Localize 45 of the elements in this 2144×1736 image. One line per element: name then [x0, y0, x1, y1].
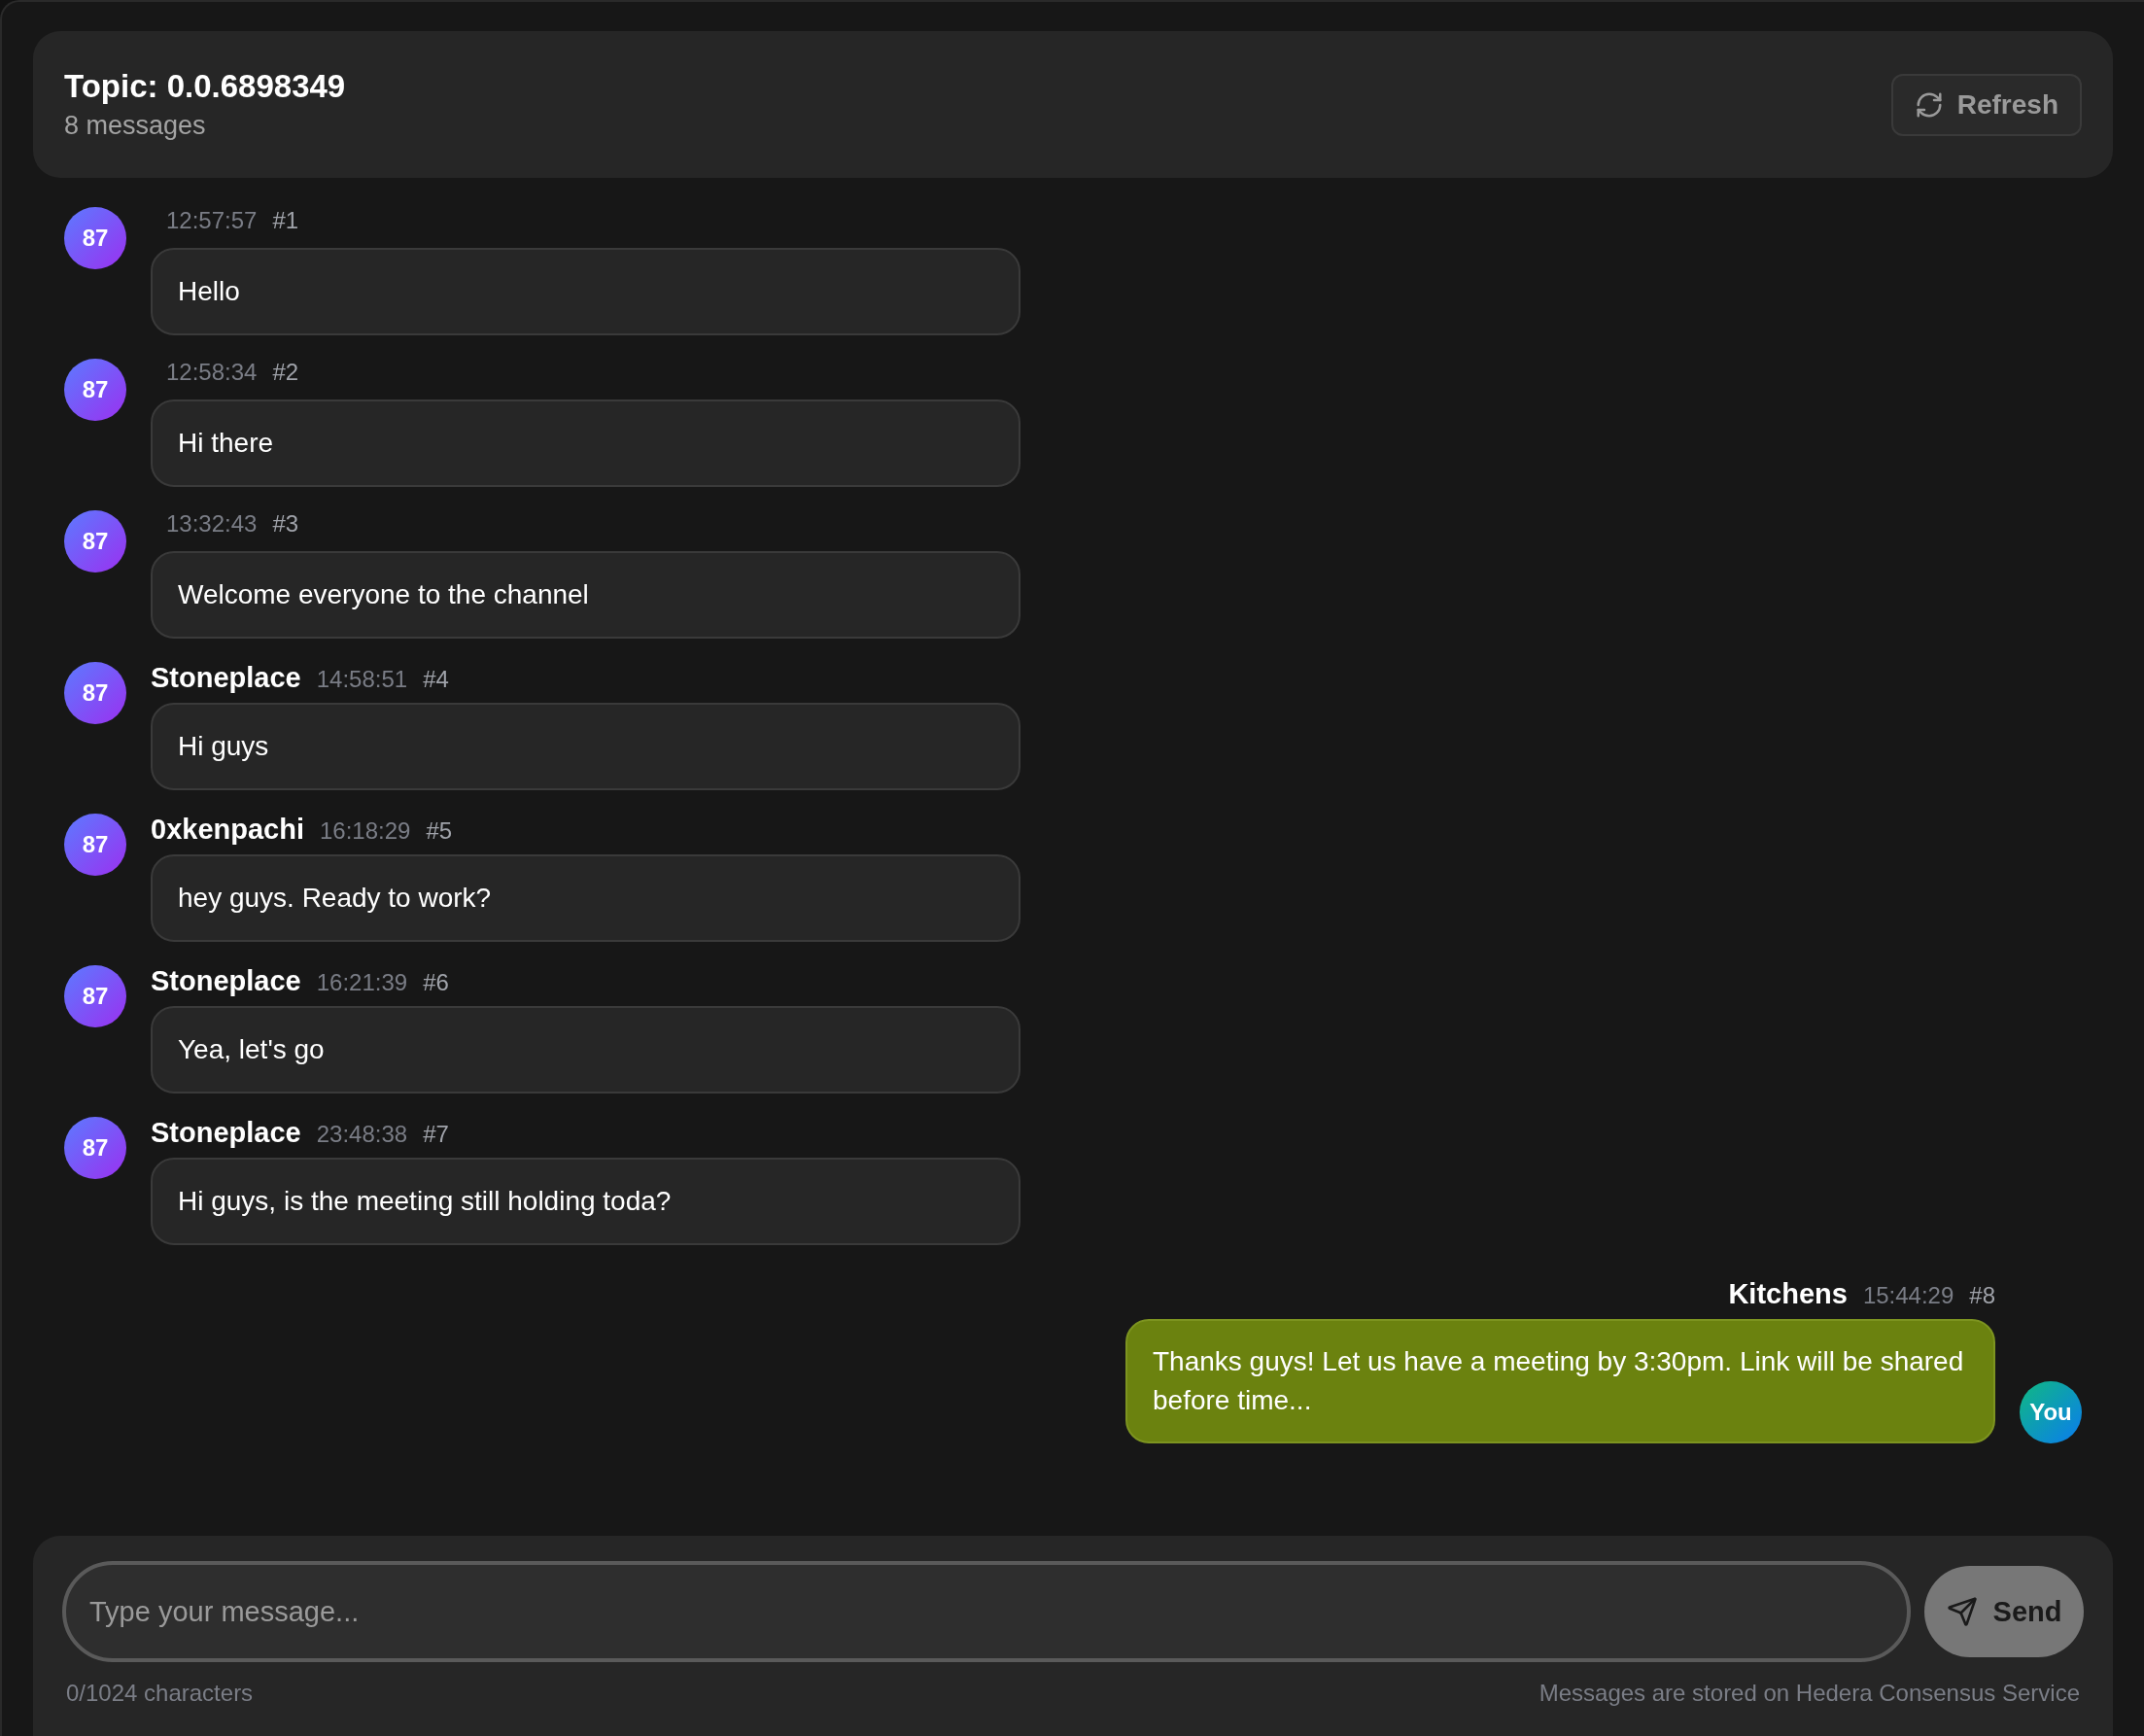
message-number: #3	[272, 510, 299, 538]
sender-name: Kitchens	[1728, 1278, 1848, 1310]
message-bubble: Thanks guys! Let us have a meeting by 3:30pm. Link will be shared before time...	[1125, 1319, 1995, 1443]
avatar: 87	[64, 510, 126, 573]
message-time: 23:48:38	[316, 1121, 408, 1148]
avatar: 87	[64, 1117, 126, 1179]
message-time: 16:21:39	[316, 969, 408, 996]
message-input[interactable]: Type your message...	[62, 1561, 1911, 1662]
message-bubble: Hi there	[151, 399, 1020, 487]
sender-name: Stoneplace	[151, 1117, 301, 1149]
message-number: #5	[426, 817, 453, 845]
message-bubble: Hi guys, is the meeting still holding toda?	[151, 1158, 1020, 1245]
message-bubble: Hi guys	[151, 703, 1020, 790]
topic-title: Topic: 0.0.6898349	[64, 68, 346, 105]
message-bubble: hey guys. Ready to work?	[151, 854, 1020, 942]
message-time: 14:58:51	[316, 666, 408, 693]
send-icon	[1946, 1596, 1978, 1627]
refresh-button[interactable]: Refresh	[1890, 73, 2082, 136]
message-bubble: Welcome everyone to the channel	[151, 551, 1020, 639]
message-number: #1	[272, 207, 299, 234]
message-time: 16:18:29	[320, 817, 411, 845]
avatar: 87	[64, 359, 126, 421]
avatar: 87	[64, 965, 126, 1027]
message-bubble: Yea, let's go	[151, 1006, 1020, 1094]
message-number: #2	[272, 359, 299, 386]
message-time: 15:44:29	[1862, 1282, 1954, 1309]
avatar: 87	[64, 207, 126, 269]
message-bubble: Hello	[151, 248, 1020, 335]
sender-name: 0xkenpachi	[151, 814, 304, 846]
sender-name: Stoneplace	[151, 662, 301, 694]
message-number: #4	[423, 666, 449, 693]
storage-note: Messages are stored on Hedera Consensus Service	[1539, 1680, 2080, 1707]
message-number: #6	[423, 969, 449, 996]
message-count: 8 messages	[64, 111, 207, 141]
message-time: 12:58:34	[166, 359, 258, 386]
sender-name: Stoneplace	[151, 965, 301, 997]
message-number: #7	[423, 1121, 449, 1148]
avatar: You	[2020, 1381, 2082, 1443]
message-number: #8	[1969, 1282, 1995, 1309]
message-time: 12:57:57	[166, 207, 258, 234]
message-time: 13:32:43	[166, 510, 258, 538]
character-count: 0/1024 characters	[66, 1680, 254, 1707]
avatar: 87	[64, 662, 126, 724]
send-button[interactable]: Send	[1924, 1566, 2084, 1657]
avatar: 87	[64, 814, 126, 876]
